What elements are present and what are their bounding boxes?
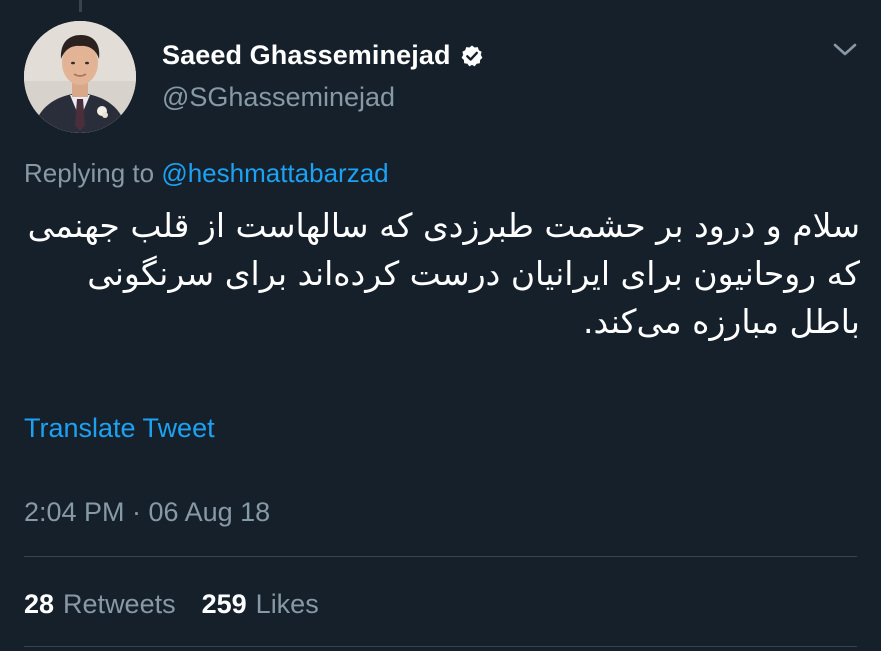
retweets-stat[interactable]: 28 Retweets xyxy=(24,589,176,620)
tweet-timestamp[interactable]: 2:04 PM · 06 Aug 18 xyxy=(24,497,270,528)
thread-connector-line xyxy=(79,0,82,12)
replying-to-handle-link[interactable]: @heshmattabarzad xyxy=(161,158,388,188)
likes-count: 259 xyxy=(201,589,247,619)
replying-to-prefix: Replying to xyxy=(24,158,155,188)
divider xyxy=(24,556,857,557)
tweet-detail: Saeed Ghasseminejad @SGhasseminejad Repl… xyxy=(0,0,881,651)
retweets-count: 28 xyxy=(24,589,55,619)
tweet-stats: 28 Retweets 259 Likes xyxy=(24,589,319,620)
profile-photo xyxy=(24,21,136,133)
avatar[interactable] xyxy=(24,21,136,133)
likes-label: Likes xyxy=(255,589,319,619)
tweet-body-text: سلام و درود بر حشمت طبرزدی که سالهاست از… xyxy=(27,206,860,341)
retweets-label: Retweets xyxy=(63,589,176,619)
likes-stat[interactable]: 259 Likes xyxy=(202,589,319,620)
author-name-row[interactable]: Saeed Ghasseminejad xyxy=(162,40,484,71)
divider xyxy=(24,646,857,647)
translate-tweet-link[interactable]: Translate Tweet xyxy=(24,413,215,444)
author-handle[interactable]: @SGhasseminejad xyxy=(162,82,395,113)
chevron-down-icon[interactable] xyxy=(830,38,860,62)
author-display-name[interactable]: Saeed Ghasseminejad xyxy=(162,40,451,71)
replying-to: Replying to @heshmattabarzad xyxy=(24,158,389,189)
verified-badge-icon xyxy=(461,45,482,66)
